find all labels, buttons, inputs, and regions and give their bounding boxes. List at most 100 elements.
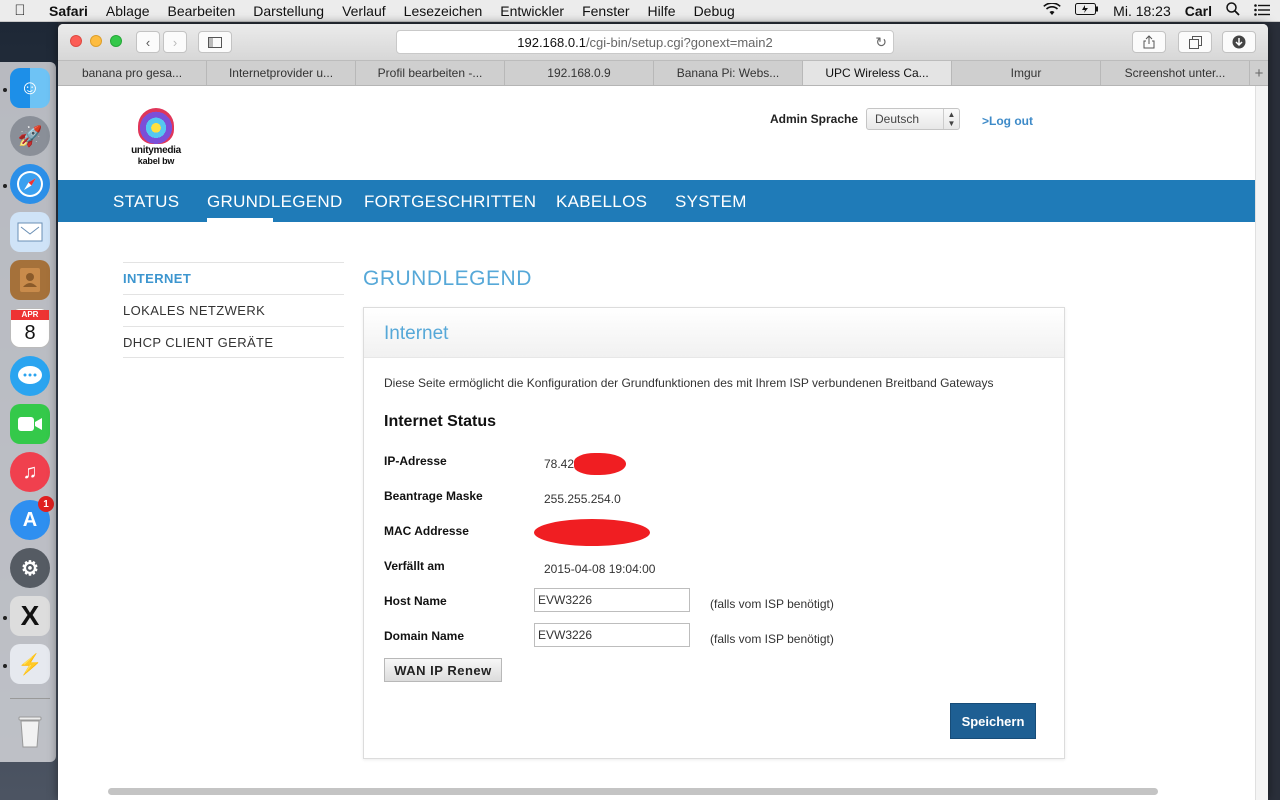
menu-verlauf[interactable]: Verlauf <box>333 3 395 19</box>
browser-tab[interactable]: banana pro gesa... <box>58 61 207 85</box>
main-navigation: STATUS GRUNDLEGEND FORTGESCHRITTEN KABEL… <box>58 180 1255 222</box>
unitymedia-logo: unitymedia kabel bw <box>124 108 188 166</box>
mask-value: 255.255.254.0 <box>544 492 621 506</box>
menu-bearbeiten[interactable]: Bearbeiten <box>159 3 245 19</box>
trash-icon[interactable] <box>10 712 50 752</box>
sidebar-toggle-icon[interactable] <box>198 31 232 53</box>
zoom-window-icon[interactable] <box>110 35 122 47</box>
browser-tab[interactable]: Internetprovider u... <box>207 61 356 85</box>
logo-mark-icon <box>138 108 174 144</box>
running-indicator <box>3 184 7 188</box>
url-path: /cgi-bin/setup.cgi?gonext=main2 <box>585 34 773 50</box>
menu-ablage[interactable]: Ablage <box>97 3 159 19</box>
sidebar-item-internet[interactable]: INTERNET <box>123 262 344 294</box>
minimize-window-icon[interactable] <box>90 35 102 47</box>
vertical-scrollbar[interactable] <box>1255 86 1268 800</box>
browser-window: ‹ › 192.168.0.1/cgi-bin/setup.cgi?gonext… <box>58 24 1268 800</box>
host-name-input[interactable] <box>534 588 690 612</box>
ip-value: 78.42 <box>544 457 575 471</box>
battery-icon[interactable] <box>1075 3 1099 18</box>
menu-app-name[interactable]: Safari <box>40 3 97 19</box>
safari-icon[interactable] <box>10 164 50 204</box>
reload-icon[interactable]: ↻ <box>875 34 887 51</box>
menu-user[interactable]: Carl <box>1185 3 1212 19</box>
menu-fenster[interactable]: Fenster <box>573 3 638 19</box>
status-heading: Internet Status <box>384 413 497 430</box>
running-indicator <box>3 616 7 620</box>
ip-label: IP-Adresse <box>384 454 447 468</box>
share-icon[interactable] <box>1132 31 1166 53</box>
browser-tab[interactable]: Imgur <box>952 61 1101 85</box>
redaction-mark <box>574 453 626 475</box>
mail-icon[interactable] <box>10 212 50 252</box>
messages-icon[interactable] <box>10 356 50 396</box>
browser-tab[interactable]: 192.168.0.9 <box>505 61 654 85</box>
menu-entwickler[interactable]: Entwickler <box>491 3 573 19</box>
menu-lesezeichen[interactable]: Lesezeichen <box>395 3 492 19</box>
downloads-icon[interactable] <box>1222 31 1256 53</box>
calendar-icon[interactable]: APR 8 <box>10 308 50 348</box>
forward-icon[interactable]: › <box>163 31 187 53</box>
back-icon[interactable]: ‹ <box>136 31 160 53</box>
spotlight-icon[interactable] <box>1226 2 1240 19</box>
browser-tab[interactable]: Screenshot unter... <box>1101 61 1250 85</box>
browser-tab[interactable]: Profil bearbeiten -... <box>356 61 505 85</box>
facetime-icon[interactable] <box>10 404 50 444</box>
dock-separator <box>10 698 50 699</box>
app-store-icon[interactable]: A 1 <box>10 496 54 540</box>
menu-debug[interactable]: Debug <box>685 3 744 19</box>
browser-tab[interactable]: Banana Pi: Webs... <box>654 61 803 85</box>
sidebar-item-lokales-netzwerk[interactable]: LOKALES NETZWERK <box>123 294 344 326</box>
nav-status[interactable]: STATUS <box>113 180 179 222</box>
host-name-label: Host Name <box>384 594 447 608</box>
language-label: Admin Sprache <box>770 112 859 126</box>
menu-bar:  Safari Ablage Bearbeiten Darstellung V… <box>0 0 1280 22</box>
nav-kabellos[interactable]: KABELLOS <box>556 180 647 222</box>
select-arrows-icon: ▲ ▼ <box>943 109 959 129</box>
domain-name-input[interactable] <box>534 623 690 647</box>
nav-grundlegend[interactable]: GRUNDLEGEND <box>207 180 343 222</box>
panel-header <box>364 308 1064 358</box>
page-title: GRUNDLEGEND <box>363 267 532 290</box>
wifi-icon[interactable] <box>1043 1 1061 19</box>
url-host: 192.168.0.1 <box>517 34 586 50</box>
new-tab-button[interactable]: + <box>1250 61 1268 85</box>
save-button[interactable]: Speichern <box>950 703 1036 739</box>
menu-clock[interactable]: Mi. 18:23 <box>1113 3 1171 19</box>
web-page: unitymedia kabel bw Admin Sprache Deutsc… <box>58 86 1255 800</box>
logo-text: unitymedia <box>131 145 181 156</box>
apple-menu-icon[interactable]:  <box>0 2 40 19</box>
contacts-icon[interactable] <box>10 260 50 300</box>
x11-icon[interactable]: X <box>10 596 50 636</box>
mask-label: Beantrage Maske <box>384 489 483 503</box>
logout-link[interactable]: >Log out <box>982 114 1033 128</box>
launchpad-icon[interactable]: 🚀 <box>10 116 50 156</box>
domain-name-hint: (falls vom ISP benötigt) <box>710 632 834 646</box>
panel-description: Diese Seite ermöglicht die Konfiguration… <box>384 376 994 390</box>
internet-panel: Internet Diese Seite ermöglicht die Konf… <box>363 307 1065 759</box>
side-navigation: INTERNET LOKALES NETZWERK DHCP CLIENT GE… <box>123 262 344 358</box>
redaction-mark <box>534 519 650 546</box>
browser-tab-active[interactable]: UPC Wireless Ca... <box>803 61 952 85</box>
menu-hilfe[interactable]: Hilfe <box>639 3 685 19</box>
nav-fortgeschritten[interactable]: FORTGESCHRITTEN <box>364 180 536 222</box>
domain-name-label: Domain Name <box>384 629 465 643</box>
horizontal-scrollbar[interactable] <box>108 788 1158 795</box>
address-bar[interactable]: 192.168.0.1/cgi-bin/setup.cgi?gonext=mai… <box>396 30 894 54</box>
notification-center-icon[interactable] <box>1254 3 1270 19</box>
expires-value: 2015-04-08 19:04:00 <box>544 562 656 576</box>
itunes-icon[interactable]: ♫ <box>10 452 50 492</box>
panel-title: Internet <box>384 323 449 344</box>
system-preferences-icon[interactable]: ⚙ <box>10 548 50 588</box>
menu-darstellung[interactable]: Darstellung <box>244 3 333 19</box>
language-value: Deutsch <box>875 112 920 126</box>
utility-app-icon[interactable]: ⚡ <box>10 644 50 684</box>
wan-ip-renew-button[interactable]: WAN IP Renew <box>384 658 502 682</box>
language-select[interactable]: Deutsch ▲ ▼ <box>866 108 960 130</box>
nav-system[interactable]: SYSTEM <box>675 180 747 222</box>
tabs-overview-icon[interactable] <box>1178 31 1212 53</box>
finder-icon[interactable]: ☺ <box>10 68 50 108</box>
sidebar-item-dhcp-clients[interactable]: DHCP CLIENT GERÄTE <box>123 326 344 358</box>
calendar-day: 8 <box>24 322 36 344</box>
close-window-icon[interactable] <box>70 35 82 47</box>
